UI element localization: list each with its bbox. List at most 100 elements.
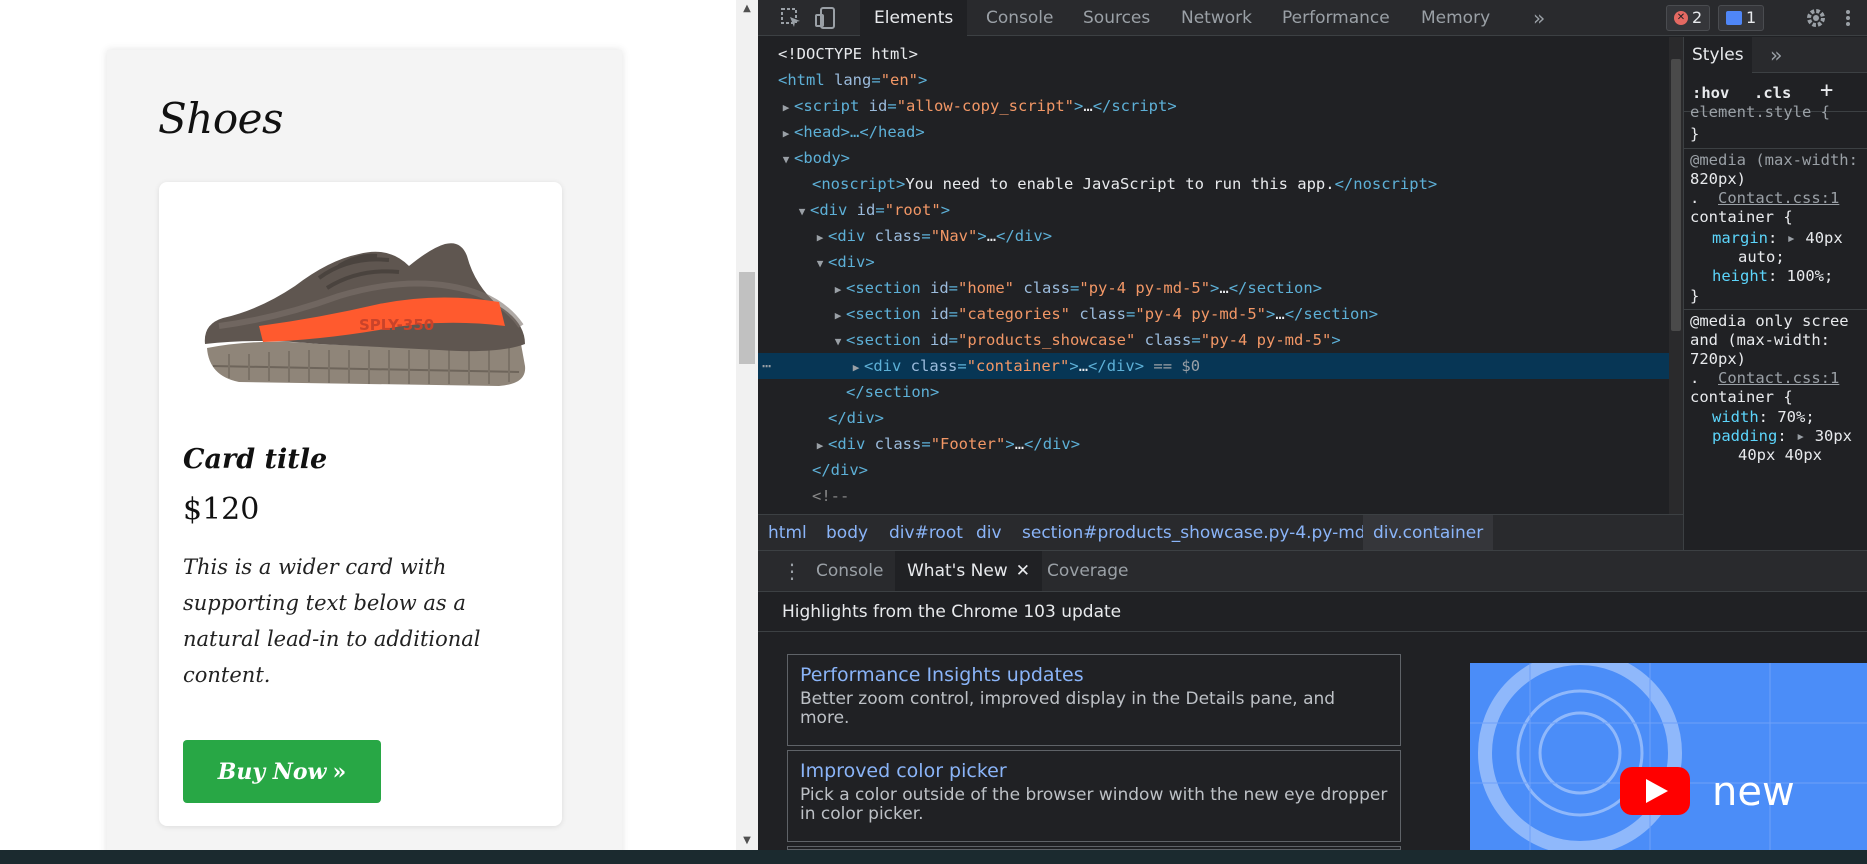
page-viewport: Shoes SPLY-350 Card title $120 This is a… (0, 0, 758, 850)
styles-tabbar: Styles » (1684, 37, 1867, 73)
drawer-tab-whats-new-label: What's New (907, 561, 1008, 581)
message-count: 1 (1746, 8, 1757, 27)
expand-arrow-icon: ▶ (852, 361, 860, 374)
tab-elements[interactable]: Elements (860, 0, 968, 36)
buy-now-button[interactable]: Buy Now » (183, 740, 381, 803)
more-tabs-icon[interactable]: » (1519, 0, 1559, 36)
breadcrumb-html[interactable]: html (758, 515, 817, 551)
rule-2-padding-cont: 40px 40px (1738, 446, 1822, 464)
os-taskbar (0, 850, 1867, 864)
dom-line-head[interactable]: ▶ <head>…</head> (778, 119, 925, 145)
drawer-tab-console[interactable]: Console (804, 551, 896, 591)
tab-performance[interactable]: Performance (1268, 0, 1404, 36)
add-rule-icon[interactable]: + (1820, 80, 1833, 102)
drawer-tab-whats-new[interactable]: What's New ✕ (895, 551, 1042, 591)
collapse-arrow-icon: ▼ (816, 257, 824, 270)
rule-1-selector[interactable]: container { (1690, 206, 1793, 228)
breadcrumb-body[interactable]: body (816, 515, 878, 551)
card-price: $120 (183, 492, 260, 527)
tab-sources[interactable]: Sources (1069, 0, 1164, 36)
device-toolbar-icon[interactable] (814, 6, 838, 30)
scroll-down-arrow-icon[interactable]: ▼ (741, 835, 753, 847)
expand-arrow-icon: ▶ (816, 439, 824, 452)
double-chevron-right-icon: » (332, 758, 347, 785)
dom-line-section-products[interactable]: ▼ <section id="products_showcase" class="… (830, 327, 1341, 353)
tab-memory[interactable]: Memory (1407, 0, 1504, 36)
expand-arrow-icon: ▶ (782, 101, 790, 114)
whats-new-headline: Highlights from the Chrome 103 update (758, 592, 1867, 632)
page-scrollbar[interactable]: ▲ ▼ (736, 0, 758, 850)
svg-text:SPLY-350: SPLY-350 (359, 316, 434, 334)
drawer-tab-coverage[interactable]: Coverage (1035, 551, 1140, 591)
dom-line-html[interactable]: <html lang="en"> (778, 67, 927, 93)
message-icon (1726, 11, 1742, 25)
whats-new-item[interactable]: Performance Insights updates Better zoom… (787, 654, 1401, 746)
collapse-arrow-icon: ▼ (834, 335, 842, 348)
brace: } (1690, 125, 1700, 143)
dom-tree[interactable]: <!DOCTYPE html> <html lang="en"> ▶ <scrip… (758, 37, 1669, 514)
element-style-rule[interactable]: element.style { (1690, 101, 1830, 123)
whats-new-item-title[interactable]: Improved color picker (800, 759, 1388, 783)
node-actions-ellipsis-icon[interactable]: ⋯ (762, 353, 771, 379)
dom-line-doctype[interactable]: <!DOCTYPE html> (778, 41, 918, 67)
dom-scrollbar[interactable] (1669, 37, 1683, 514)
drawer-tabbar: ⋮ Console What's New ✕ Coverage (758, 550, 1867, 592)
card-text: This is a wider card with supporting tex… (183, 555, 481, 687)
error-count: 2 (1692, 8, 1703, 27)
error-count-badge[interactable]: ✕ 2 (1666, 5, 1711, 31)
styles-pane: Styles » :hov .cls + element.style { } @… (1683, 37, 1867, 550)
expand-arrow-icon: ▶ (834, 283, 842, 296)
breadcrumb-div-container[interactable]: div.container (1363, 515, 1494, 551)
expand-arrow-icon: ▶ (816, 231, 824, 244)
error-icon: ✕ (1674, 11, 1688, 25)
dom-line-root[interactable]: ▼ <div id="root"> (794, 197, 950, 223)
dom-line-comment[interactable]: <!-- (812, 483, 849, 509)
devtools-panel: Elements Console Sources Network Perform… (758, 0, 1867, 850)
whats-new-item-title[interactable]: Performance Insights updates (800, 663, 1388, 687)
tab-styles[interactable]: Styles (1684, 37, 1752, 73)
breadcrumb-section[interactable]: section#products_showcase.py-4.py-md-5 (1012, 515, 1393, 551)
dom-line-nav[interactable]: ▶ <div class="Nav">…</div> (812, 223, 1052, 249)
brace: } (1690, 287, 1700, 305)
breadcrumb-div[interactable]: div (966, 515, 1012, 551)
product-card: SPLY-350 Card title $120 This is a wider… (159, 182, 562, 826)
close-icon[interactable]: ✕ (1016, 561, 1030, 581)
tab-console[interactable]: Console (972, 0, 1068, 36)
chrome-update-graphic (1470, 663, 1867, 850)
buy-now-label: Buy Now (217, 758, 327, 785)
dom-line-section-home[interactable]: ▶ <section id="home" class="py-4 py-md-5"… (830, 275, 1322, 301)
page-scroll-thumb[interactable] (739, 272, 755, 364)
dom-line-noscript[interactable]: <noscript>You need to enable JavaScript … (812, 171, 1437, 197)
rule-1-height[interactable]: height: 100%; (1712, 265, 1833, 287)
inspect-element-icon[interactable] (779, 6, 803, 30)
more-options-icon[interactable] (1844, 6, 1860, 30)
collapse-arrow-icon: ▼ (798, 205, 806, 218)
dom-line-div-close[interactable]: </div> (828, 405, 884, 431)
message-count-badge[interactable]: 1 (1718, 5, 1765, 31)
whats-new-item-desc: Pick a color outside of the browser wind… (800, 785, 1388, 824)
collapse-arrow-icon: ▼ (782, 153, 790, 166)
card-title: Card title (183, 444, 328, 475)
dom-line-footer[interactable]: ▶ <div class="Footer">…</div> (812, 431, 1080, 457)
dom-line-body[interactable]: ▼ <body> (778, 145, 850, 171)
scroll-up-arrow-icon[interactable]: ▲ (741, 3, 753, 15)
shoe-image: SPLY-350 (204, 243, 526, 386)
video-caption: new (1712, 769, 1795, 815)
dom-line-section-categories[interactable]: ▶ <section id="categories" class="py-4 py… (830, 301, 1378, 327)
expand-arrow-icon: ▶ (834, 309, 842, 322)
dom-line-div[interactable]: ▼ <div> (812, 249, 875, 275)
devtools-toolbar: Elements Console Sources Network Perform… (758, 0, 1867, 36)
dom-line-section-close[interactable]: </section> (846, 379, 939, 405)
dom-line-script[interactable]: ▶ <script id="allow-copy_script">…</scrip… (778, 93, 1177, 119)
dom-line-root-close[interactable]: </div> (812, 457, 868, 483)
settings-gear-icon[interactable] (1804, 6, 1828, 30)
more-panels-icon[interactable]: » (1770, 37, 1782, 73)
dom-scroll-thumb[interactable] (1671, 59, 1681, 331)
rule-2-selector[interactable]: container { (1690, 386, 1793, 408)
breadcrumb-div-root[interactable]: div#root (879, 515, 973, 551)
whats-new-item[interactable]: Improved color picker Pick a color outsi… (787, 750, 1401, 842)
whats-new-video-thumbnail[interactable]: new (1470, 663, 1867, 850)
dom-line-container-selected[interactable]: ▶ <div class="container">…</div> == $0 (848, 353, 1200, 379)
section-title: Shoes (158, 94, 284, 143)
tab-network[interactable]: Network (1167, 0, 1266, 36)
